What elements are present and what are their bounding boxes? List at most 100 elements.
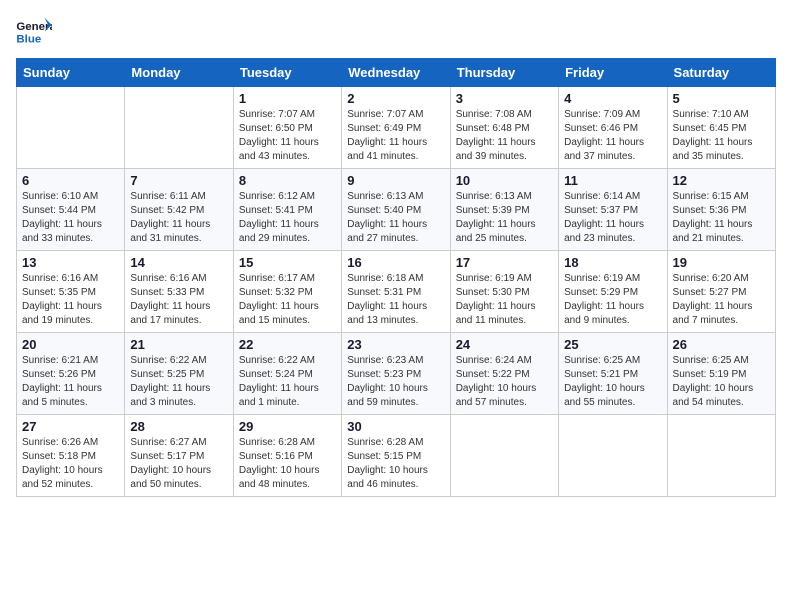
svg-text:General: General (16, 21, 52, 33)
calendar-cell: 11 Sunrise: 6:14 AM Sunset: 5:37 PM Dayli… (559, 169, 667, 251)
day-info: Sunrise: 6:15 AM Sunset: 5:36 PM Dayligh… (673, 190, 770, 246)
day-info: Sunrise: 6:21 AM Sunset: 5:26 PM Dayligh… (22, 354, 119, 410)
day-number: 2 (347, 91, 444, 106)
day-info: Sunrise: 6:25 AM Sunset: 5:21 PM Dayligh… (564, 354, 661, 410)
logo: General Blue (16, 16, 58, 46)
calendar-cell: 28 Sunrise: 6:27 AM Sunset: 5:17 PM Dayli… (125, 415, 233, 497)
calendar-cell: 29 Sunrise: 6:28 AM Sunset: 5:16 PM Dayli… (233, 415, 341, 497)
calendar-cell: 1Sunrise: 7:07 AM Sunset: 6:50 PM Daylig… (233, 87, 341, 169)
day-info: Sunrise: 7:10 AM Sunset: 6:45 PM Dayligh… (673, 108, 770, 164)
calendar-cell (667, 415, 775, 497)
day-info: Sunrise: 6:10 AM Sunset: 5:44 PM Dayligh… (22, 190, 119, 246)
day-info: Sunrise: 6:16 AM Sunset: 5:35 PM Dayligh… (22, 272, 119, 328)
day-number: 15 (239, 255, 336, 270)
day-info: Sunrise: 6:11 AM Sunset: 5:42 PM Dayligh… (130, 190, 227, 246)
day-info: Sunrise: 6:19 AM Sunset: 5:29 PM Dayligh… (564, 272, 661, 328)
calendar-cell: 30 Sunrise: 6:28 AM Sunset: 5:15 PM Dayli… (342, 415, 450, 497)
day-info: Sunrise: 6:20 AM Sunset: 5:27 PM Dayligh… (673, 272, 770, 328)
calendar-cell (125, 87, 233, 169)
calendar-cell: 24 Sunrise: 6:24 AM Sunset: 5:22 PM Dayli… (450, 333, 558, 415)
weekday-header-sunday: Sunday (17, 59, 125, 87)
day-number: 18 (564, 255, 661, 270)
calendar-cell: 10 Sunrise: 6:13 AM Sunset: 5:39 PM Dayli… (450, 169, 558, 251)
day-number: 13 (22, 255, 119, 270)
calendar-cell: 25 Sunrise: 6:25 AM Sunset: 5:21 PM Dayli… (559, 333, 667, 415)
day-info: Sunrise: 6:12 AM Sunset: 5:41 PM Dayligh… (239, 190, 336, 246)
calendar-cell: 9 Sunrise: 6:13 AM Sunset: 5:40 PM Daylig… (342, 169, 450, 251)
day-number: 26 (673, 337, 770, 352)
day-number: 12 (673, 173, 770, 188)
day-number: 20 (22, 337, 119, 352)
day-info: Sunrise: 6:28 AM Sunset: 5:16 PM Dayligh… (239, 436, 336, 492)
day-info: Sunrise: 6:16 AM Sunset: 5:33 PM Dayligh… (130, 272, 227, 328)
day-info: Sunrise: 6:13 AM Sunset: 5:40 PM Dayligh… (347, 190, 444, 246)
day-number: 21 (130, 337, 227, 352)
weekday-header-tuesday: Tuesday (233, 59, 341, 87)
day-number: 19 (673, 255, 770, 270)
calendar-cell: 2 Sunrise: 7:07 AM Sunset: 6:49 PM Daylig… (342, 87, 450, 169)
calendar-cell: 14 Sunrise: 6:16 AM Sunset: 5:33 PM Dayli… (125, 251, 233, 333)
day-number: 27 (22, 419, 119, 434)
day-number: 28 (130, 419, 227, 434)
day-number: 10 (456, 173, 553, 188)
logo-icon: General Blue (16, 16, 52, 46)
calendar-cell: 22Sunrise: 6:22 AM Sunset: 5:24 PM Dayli… (233, 333, 341, 415)
calendar-cell: 12 Sunrise: 6:15 AM Sunset: 5:36 PM Dayli… (667, 169, 775, 251)
day-number: 8 (239, 173, 336, 188)
weekday-header-wednesday: Wednesday (342, 59, 450, 87)
day-number: 23 (347, 337, 444, 352)
day-number: 14 (130, 255, 227, 270)
day-number: 11 (564, 173, 661, 188)
calendar-cell (17, 87, 125, 169)
day-number: 22 (239, 337, 336, 352)
day-info: Sunrise: 6:25 AM Sunset: 5:19 PM Dayligh… (673, 354, 770, 410)
day-info: Sunrise: 6:22 AM Sunset: 5:25 PM Dayligh… (130, 354, 227, 410)
day-info: Sunrise: 7:08 AM Sunset: 6:48 PM Dayligh… (456, 108, 553, 164)
day-info: Sunrise: 6:26 AM Sunset: 5:18 PM Dayligh… (22, 436, 119, 492)
calendar-cell: 21 Sunrise: 6:22 AM Sunset: 5:25 PM Dayli… (125, 333, 233, 415)
day-number: 17 (456, 255, 553, 270)
calendar-cell: 15 Sunrise: 6:17 AM Sunset: 5:32 PM Dayli… (233, 251, 341, 333)
day-info: Sunrise: 6:13 AM Sunset: 5:39 PM Dayligh… (456, 190, 553, 246)
day-number: 29 (239, 419, 336, 434)
day-number: 3 (456, 91, 553, 106)
day-info: Sunrise: 7:07 AM Sunset: 6:50 PM Dayligh… (239, 108, 336, 164)
day-info: Sunrise: 6:14 AM Sunset: 5:37 PM Dayligh… (564, 190, 661, 246)
day-number: 5 (673, 91, 770, 106)
page-header: General Blue (16, 16, 776, 46)
day-number: 25 (564, 337, 661, 352)
day-info: Sunrise: 6:24 AM Sunset: 5:22 PM Dayligh… (456, 354, 553, 410)
weekday-header-thursday: Thursday (450, 59, 558, 87)
day-info: Sunrise: 6:28 AM Sunset: 5:15 PM Dayligh… (347, 436, 444, 492)
calendar-cell: 3 Sunrise: 7:08 AM Sunset: 6:48 PM Daylig… (450, 87, 558, 169)
calendar-cell: 17 Sunrise: 6:19 AM Sunset: 5:30 PM Dayli… (450, 251, 558, 333)
day-info: Sunrise: 6:17 AM Sunset: 5:32 PM Dayligh… (239, 272, 336, 328)
day-info: Sunrise: 6:27 AM Sunset: 5:17 PM Dayligh… (130, 436, 227, 492)
day-info: Sunrise: 7:07 AM Sunset: 6:49 PM Dayligh… (347, 108, 444, 164)
day-number: 24 (456, 337, 553, 352)
day-number: 9 (347, 173, 444, 188)
calendar-cell: 23 Sunrise: 6:23 AM Sunset: 5:23 PM Dayli… (342, 333, 450, 415)
day-info: Sunrise: 7:09 AM Sunset: 6:46 PM Dayligh… (564, 108, 661, 164)
calendar-cell: 26 Sunrise: 6:25 AM Sunset: 5:19 PM Dayli… (667, 333, 775, 415)
day-info: Sunrise: 6:19 AM Sunset: 5:30 PM Dayligh… (456, 272, 553, 328)
calendar-cell: 18 Sunrise: 6:19 AM Sunset: 5:29 PM Dayli… (559, 251, 667, 333)
weekday-header-monday: Monday (125, 59, 233, 87)
day-number: 30 (347, 419, 444, 434)
day-info: Sunrise: 6:23 AM Sunset: 5:23 PM Dayligh… (347, 354, 444, 410)
calendar-cell: 4Sunrise: 7:09 AM Sunset: 6:46 PM Daylig… (559, 87, 667, 169)
calendar-cell (559, 415, 667, 497)
calendar-cell: 7 Sunrise: 6:11 AM Sunset: 5:42 PM Daylig… (125, 169, 233, 251)
day-number: 6 (22, 173, 119, 188)
day-number: 7 (130, 173, 227, 188)
calendar-cell (450, 415, 558, 497)
weekday-header-friday: Friday (559, 59, 667, 87)
calendar-cell: 20 Sunrise: 6:21 AM Sunset: 5:26 PM Dayli… (17, 333, 125, 415)
calendar-cell: 19 Sunrise: 6:20 AM Sunset: 5:27 PM Dayli… (667, 251, 775, 333)
calendar-cell: 27 Sunrise: 6:26 AM Sunset: 5:18 PM Dayli… (17, 415, 125, 497)
svg-text:Blue: Blue (16, 33, 41, 45)
calendar-cell: 5 Sunrise: 7:10 AM Sunset: 6:45 PM Daylig… (667, 87, 775, 169)
day-info: Sunrise: 6:18 AM Sunset: 5:31 PM Dayligh… (347, 272, 444, 328)
calendar-cell: 6 Sunrise: 6:10 AM Sunset: 5:44 PM Daylig… (17, 169, 125, 251)
calendar-cell: 13 Sunrise: 6:16 AM Sunset: 5:35 PM Dayli… (17, 251, 125, 333)
